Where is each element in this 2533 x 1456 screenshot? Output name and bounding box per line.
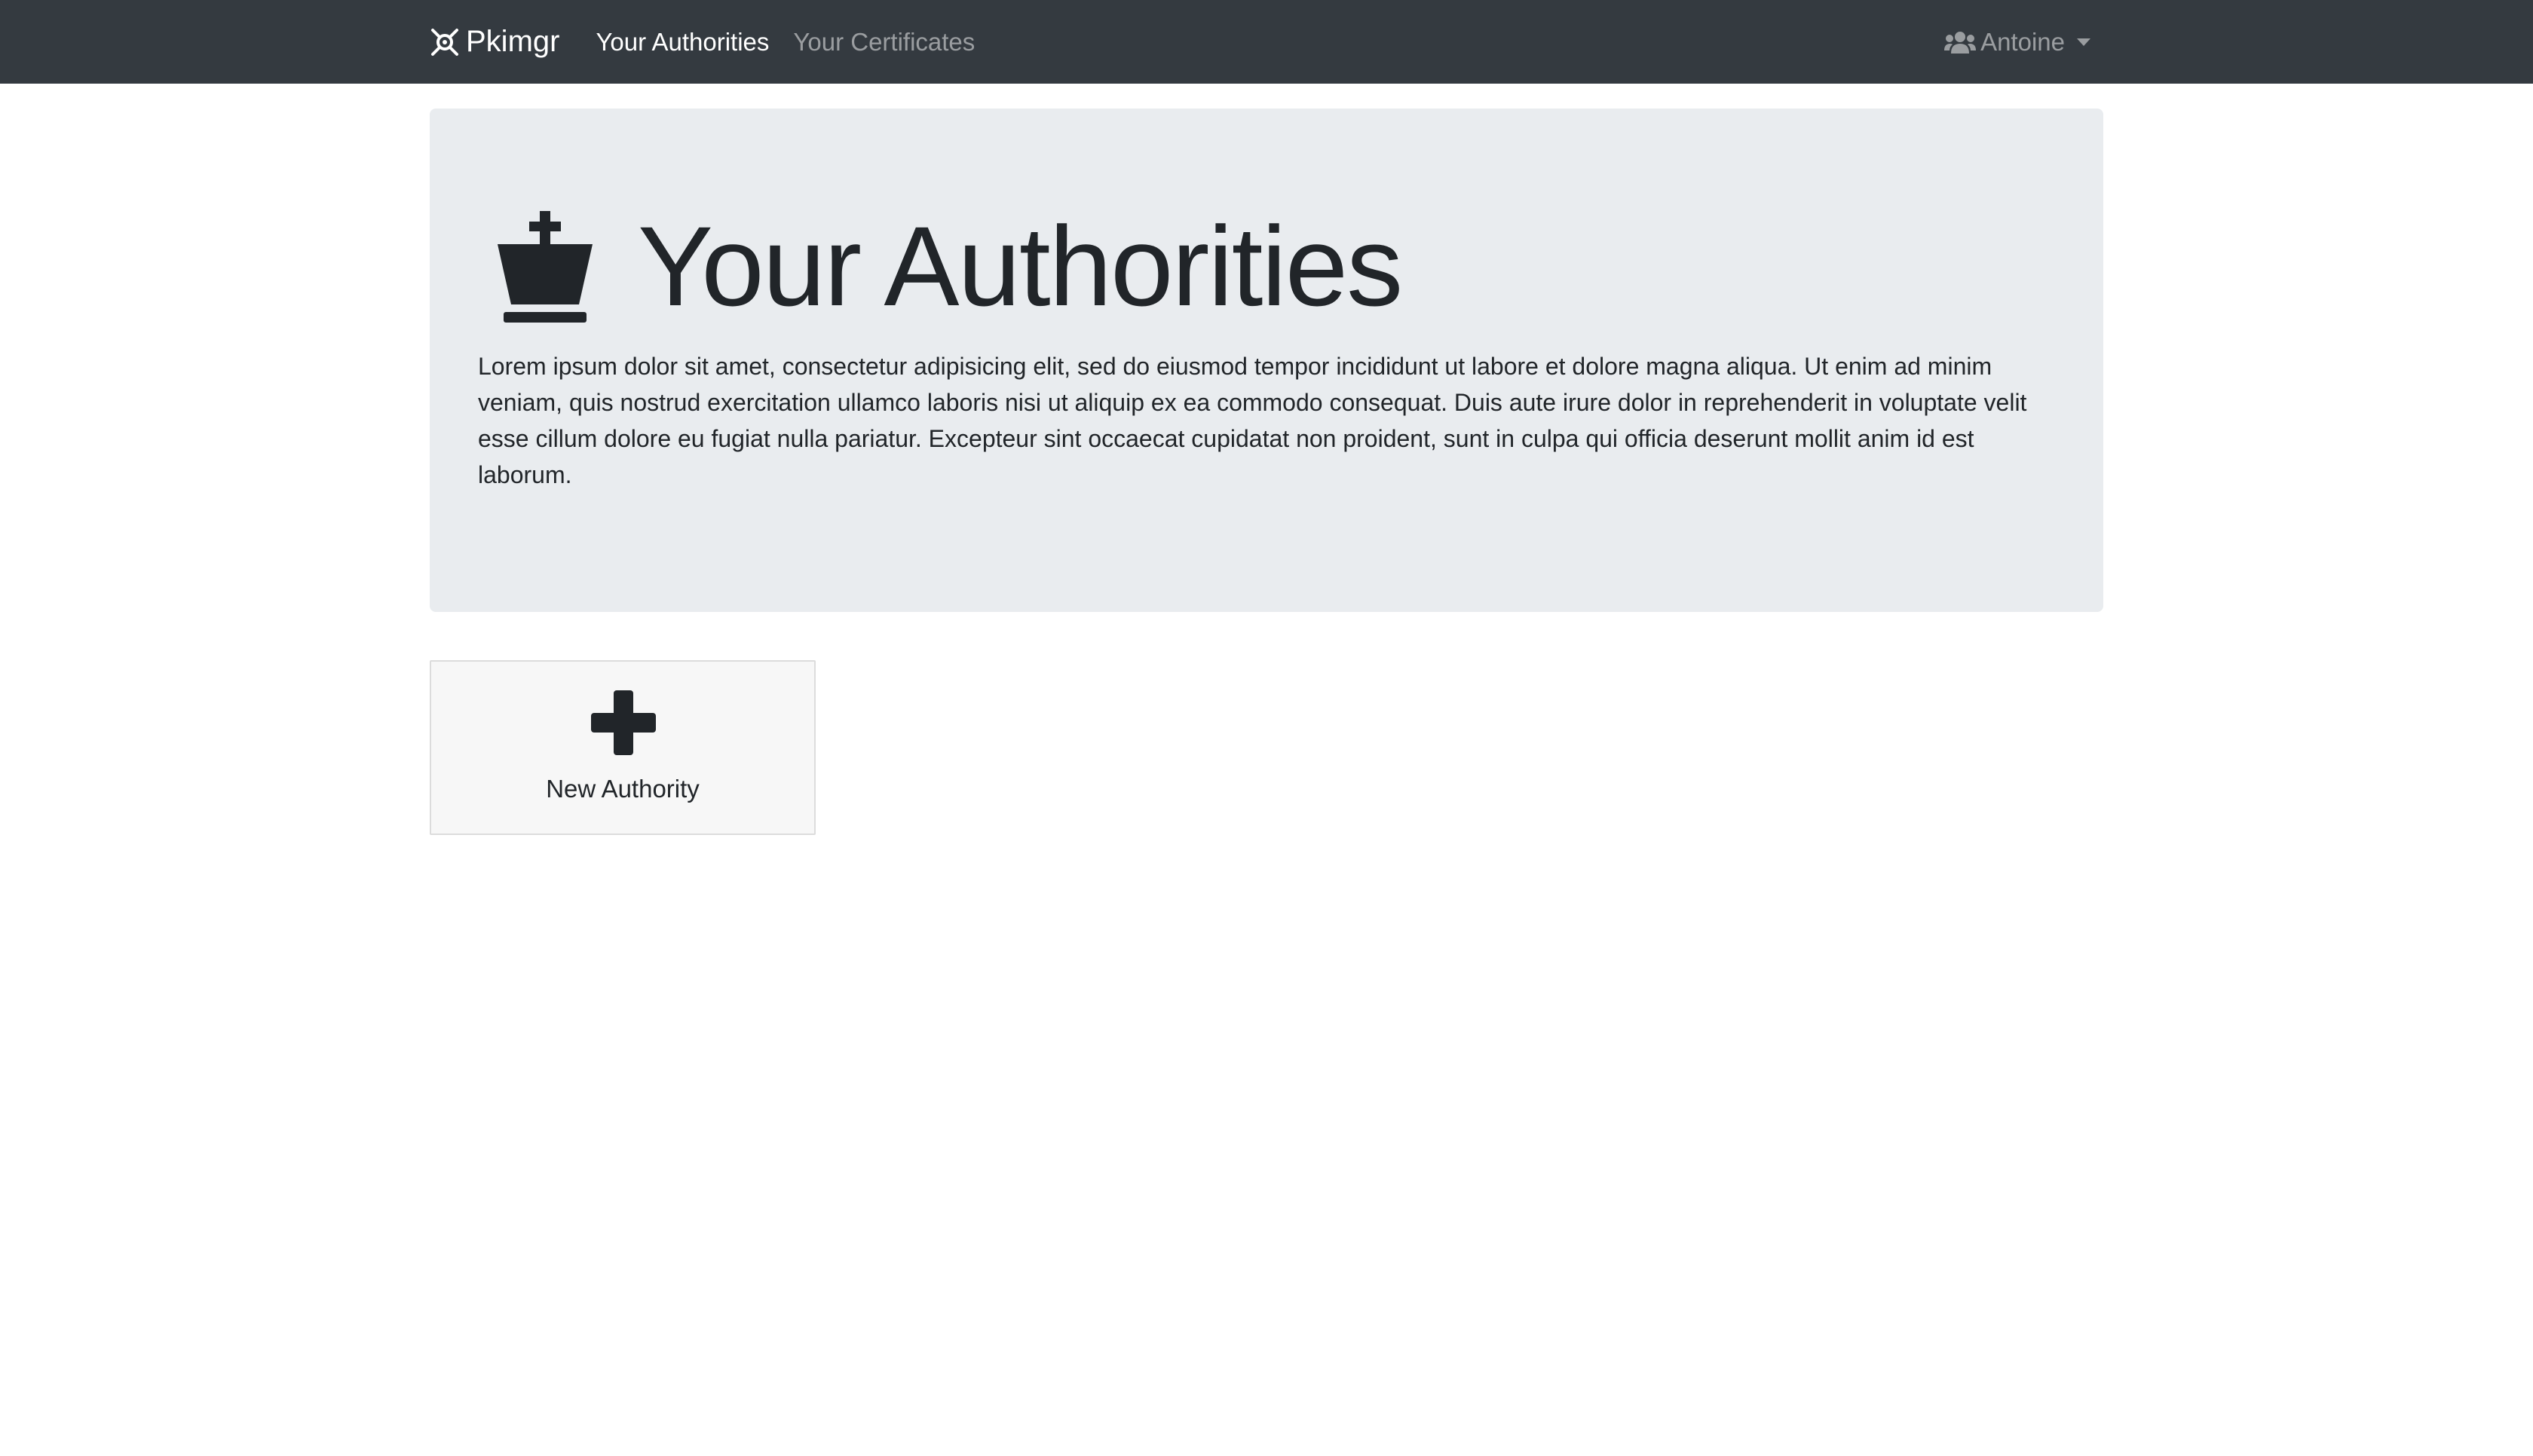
nav-link-authorities[interactable]: Your Authorities	[596, 28, 769, 57]
new-authority-label: New Authority	[546, 775, 700, 803]
new-authority-button[interactable]: New Authority	[430, 660, 816, 835]
navbar-container: Pkimgr Your Authorities Your Certificate…	[430, 0, 2103, 84]
brand-link[interactable]: Pkimgr	[430, 25, 559, 59]
page-title-row: Your Authorities	[496, 203, 1403, 329]
hero-jumbotron: Your Authorities Lorem ipsum dolor sit a…	[430, 109, 2103, 612]
brand-logo-icon	[431, 28, 458, 56]
nav-link-certificates[interactable]: Your Certificates	[793, 28, 975, 57]
user-dropdown[interactable]: Antoine	[1944, 28, 2090, 57]
user-name: Antoine	[1980, 27, 2065, 56]
brand-name: Pkimgr	[466, 25, 560, 58]
chess-king-icon	[498, 211, 593, 323]
page-title: Your Authorities	[638, 203, 1403, 329]
page-description: Lorem ipsum dolor sit amet, consectetur …	[478, 353, 2027, 488]
top-navbar: Pkimgr Your Authorities Your Certificate…	[0, 0, 2533, 84]
users-icon	[1944, 31, 1977, 54]
chevron-down-icon	[2077, 38, 2090, 46]
plus-icon	[591, 690, 656, 755]
